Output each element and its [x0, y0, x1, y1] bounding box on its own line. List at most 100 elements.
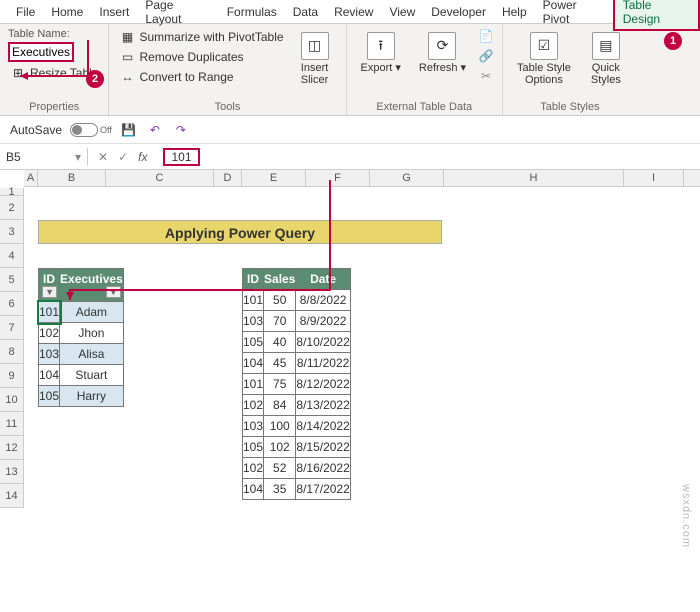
cell[interactable]: Adam [60, 302, 124, 323]
row-header[interactable]: 1 [0, 188, 24, 196]
row-header[interactable]: 10 [0, 388, 24, 412]
open-browser-icon[interactable]: 🔗 [478, 48, 494, 64]
cell[interactable]: 8/14/2022 [296, 416, 350, 437]
properties-icon[interactable]: 📄 [478, 28, 494, 44]
tab-file[interactable]: File [8, 2, 43, 22]
row-header[interactable]: 13 [0, 460, 24, 484]
tab-home[interactable]: Home [43, 2, 91, 22]
tab-developer[interactable]: Developer [423, 2, 494, 22]
enter-icon[interactable]: ✓ [118, 150, 128, 164]
row-header[interactable]: 12 [0, 436, 24, 460]
redo-icon[interactable]: ↷ [172, 121, 190, 139]
unlink-icon[interactable]: ✂ [478, 68, 494, 84]
table-header[interactable]: ID▼ [39, 269, 60, 302]
table-header[interactable]: Sales [264, 269, 296, 290]
filter-dropdown-icon[interactable]: ▼ [42, 286, 57, 298]
autosave-toggle[interactable] [70, 123, 98, 137]
undo-icon[interactable]: ↶ [146, 121, 164, 139]
cell[interactable]: Jhon [60, 323, 124, 344]
cell[interactable]: 84 [264, 395, 296, 416]
row-header[interactable]: 8 [0, 340, 24, 364]
tab-review[interactable]: Review [326, 2, 381, 22]
cell[interactable]: 8/17/2022 [296, 479, 350, 500]
cell[interactable]: 8/13/2022 [296, 395, 350, 416]
cell[interactable]: 8/8/2022 [296, 290, 350, 311]
executives-table[interactable]: ID▼ Executives▼ 101Adam 102Jhon 103Alisa… [38, 268, 124, 407]
cell[interactable]: 105 [243, 332, 264, 353]
cell[interactable]: 103 [39, 344, 60, 365]
sales-table[interactable]: ID Sales Date 101508/8/2022 103708/9/202… [242, 268, 351, 500]
row-header[interactable]: 5 [0, 268, 24, 292]
cell[interactable]: 100 [264, 416, 296, 437]
tab-insert[interactable]: Insert [91, 2, 137, 22]
cell[interactable]: 40 [264, 332, 296, 353]
table-header[interactable]: Date [296, 269, 350, 290]
row-header[interactable]: 9 [0, 364, 24, 388]
cell[interactable]: 104 [243, 353, 264, 374]
row-header[interactable]: 7 [0, 316, 24, 340]
quick-styles-button[interactable]: ▤Quick Styles [583, 28, 629, 90]
cell[interactable]: 104 [39, 365, 60, 386]
cell-selected[interactable]: 101 [39, 302, 60, 323]
col-header[interactable]: B [38, 170, 106, 186]
col-header[interactable]: D [214, 170, 242, 186]
cell[interactable]: 103 [243, 416, 264, 437]
refresh-button[interactable]: ⟳Refresh ▾ [413, 28, 472, 78]
save-icon[interactable]: 💾 [120, 121, 138, 139]
col-header[interactable]: F [306, 170, 370, 186]
col-header[interactable]: I [624, 170, 684, 186]
cell[interactable]: Stuart [60, 365, 124, 386]
cell[interactable]: 8/9/2022 [296, 311, 350, 332]
tab-formulas[interactable]: Formulas [219, 2, 285, 22]
row-header[interactable]: 3 [0, 220, 24, 244]
resize-table-button[interactable]: ⊞Resize Table [8, 64, 100, 82]
cell[interactable]: 8/11/2022 [296, 353, 350, 374]
cell[interactable]: 104 [243, 479, 264, 500]
col-header[interactable]: G [370, 170, 444, 186]
col-header[interactable]: E [242, 170, 306, 186]
cell[interactable]: 8/10/2022 [296, 332, 350, 353]
cell[interactable]: 50 [264, 290, 296, 311]
summarize-pivot-button[interactable]: ▦Summarize with PivotTable [117, 28, 285, 46]
cell[interactable]: 45 [264, 353, 296, 374]
cell[interactable]: 101 [243, 290, 264, 311]
table-header[interactable]: Executives▼ [60, 269, 124, 302]
table-style-options-button[interactable]: ☑Table Style Options [511, 28, 577, 90]
table-header[interactable]: ID [243, 269, 264, 290]
table-name-input[interactable] [8, 42, 74, 62]
cell[interactable]: 102 [264, 437, 296, 458]
cell[interactable]: 105 [39, 386, 60, 407]
formula-input[interactable]: 101 [157, 148, 700, 166]
cell[interactable]: 8/12/2022 [296, 374, 350, 395]
cell[interactable]: 35 [264, 479, 296, 500]
cell[interactable]: 8/16/2022 [296, 458, 350, 479]
remove-duplicates-button[interactable]: ▭Remove Duplicates [117, 48, 285, 66]
filter-dropdown-icon[interactable]: ▼ [106, 286, 121, 298]
cell[interactable]: Alisa [60, 344, 124, 365]
cell[interactable]: Harry [60, 386, 124, 407]
export-button[interactable]: ⭱Export ▾ [355, 28, 407, 78]
col-header[interactable]: A [24, 170, 38, 186]
row-header[interactable]: 14 [0, 484, 24, 508]
col-header[interactable]: H [444, 170, 624, 186]
convert-range-button[interactable]: ↔Convert to Range [117, 68, 285, 86]
cell[interactable]: 103 [243, 311, 264, 332]
row-header[interactable]: 6 [0, 292, 24, 316]
cell[interactable]: 52 [264, 458, 296, 479]
cell[interactable]: 101 [243, 374, 264, 395]
fx-icon[interactable]: fx [138, 150, 147, 164]
cell[interactable]: 102 [243, 458, 264, 479]
tab-help[interactable]: Help [494, 2, 535, 22]
name-box[interactable]: B5▾ [0, 148, 88, 166]
cell[interactable]: 8/15/2022 [296, 437, 350, 458]
cancel-icon[interactable]: ✕ [98, 150, 108, 164]
cell[interactable]: 75 [264, 374, 296, 395]
tab-view[interactable]: View [381, 2, 423, 22]
cell[interactable]: 70 [264, 311, 296, 332]
row-header[interactable]: 4 [0, 244, 24, 268]
col-header[interactable]: C [106, 170, 214, 186]
row-header[interactable]: 11 [0, 412, 24, 436]
row-header[interactable]: 2 [0, 196, 24, 220]
cell[interactable]: 102 [39, 323, 60, 344]
cell[interactable]: 102 [243, 395, 264, 416]
